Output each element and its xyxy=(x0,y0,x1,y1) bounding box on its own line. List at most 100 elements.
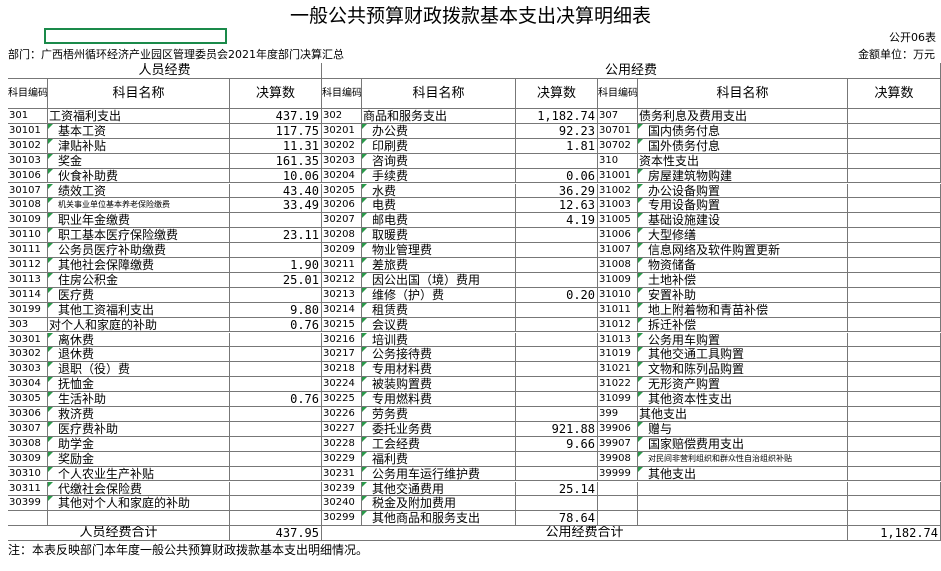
row-amount[interactable] xyxy=(848,153,941,169)
row-code[interactable]: 30211 xyxy=(322,258,362,273)
row-amount[interactable] xyxy=(848,123,941,139)
row-amount[interactable] xyxy=(230,451,322,467)
row-code[interactable]: 31008 xyxy=(598,258,638,273)
row-name[interactable]: 其他交通费用 xyxy=(362,481,516,497)
row-code[interactable]: 30305 xyxy=(8,392,48,407)
row-name[interactable]: 其他支出 xyxy=(638,407,848,422)
row-code[interactable]: 30218 xyxy=(322,362,362,378)
row-code[interactable]: 30103 xyxy=(8,153,48,169)
row-code[interactable]: 30113 xyxy=(8,272,48,288)
row-name[interactable]: 委托业务费 xyxy=(362,421,516,437)
row-code[interactable]: 39906 xyxy=(598,421,638,437)
row-code[interactable]: 30109 xyxy=(8,213,48,229)
row-name[interactable]: 税金及附加费用 xyxy=(362,496,516,512)
row-amount[interactable] xyxy=(848,451,941,467)
row-name[interactable]: 其他商品和服务支出 xyxy=(362,511,516,527)
row-name[interactable]: 物资储备 xyxy=(638,258,848,273)
row-amount[interactable] xyxy=(230,481,322,497)
row-name[interactable]: 大型修缮 xyxy=(638,228,848,244)
row-amount[interactable]: 1.90 xyxy=(230,258,322,273)
row-amount[interactable] xyxy=(516,466,598,482)
row-amount[interactable]: 12.63 xyxy=(516,198,598,214)
row-amount[interactable] xyxy=(230,421,322,437)
row-code[interactable]: 30302 xyxy=(8,347,48,363)
row-amount[interactable] xyxy=(848,287,941,303)
row-amount[interactable]: 25.01 xyxy=(230,272,322,288)
row-amount[interactable] xyxy=(516,243,598,258)
row-amount[interactable] xyxy=(848,302,941,318)
row-code[interactable]: 30399 xyxy=(8,496,48,512)
row-code[interactable] xyxy=(8,511,48,527)
row-name[interactable]: 国外债务付息 xyxy=(638,138,848,154)
row-amount[interactable] xyxy=(516,272,598,288)
row-name[interactable]: 救济费 xyxy=(48,407,230,422)
row-code[interactable]: 30701 xyxy=(598,123,638,139)
row-amount[interactable]: 4.19 xyxy=(516,213,598,229)
row-code[interactable]: 31005 xyxy=(598,213,638,229)
row-name[interactable]: 培训费 xyxy=(362,332,516,348)
row-name[interactable]: 办公设备购置 xyxy=(638,183,848,199)
row-code[interactable]: 30226 xyxy=(322,407,362,422)
row-name[interactable]: 公务接待费 xyxy=(362,347,516,363)
row-amount[interactable]: 1.81 xyxy=(516,138,598,154)
row-code[interactable]: 30217 xyxy=(322,347,362,363)
row-name[interactable]: 职业年金缴费 xyxy=(48,213,230,229)
row-name[interactable]: 无形资产购置 xyxy=(638,377,848,393)
row-amount[interactable] xyxy=(230,466,322,482)
spreadsheet-grid[interactable]: 人员经费 公用经费 科目编码 科目名称 决算数 科目编码 科目名称 决算数 科目编码 科目名称 决算… xyxy=(8,63,941,543)
row-code[interactable]: 30229 xyxy=(322,451,362,467)
row-amount[interactable] xyxy=(848,481,941,497)
row-amount[interactable]: 33.49 xyxy=(230,198,322,214)
row-amount[interactable] xyxy=(516,407,598,422)
row-name[interactable]: 文物和陈列品购置 xyxy=(638,362,848,378)
row-name[interactable]: 医疗费 xyxy=(48,287,230,303)
row-amount[interactable] xyxy=(848,213,941,229)
row-code[interactable]: 399 xyxy=(598,407,638,422)
row-amount[interactable]: 117.75 xyxy=(230,123,322,139)
row-amount[interactable] xyxy=(848,392,941,407)
row-name[interactable]: 会议费 xyxy=(362,317,516,333)
row-amount[interactable]: 1,182.74 xyxy=(516,109,598,124)
row-code[interactable]: 30112 xyxy=(8,258,48,273)
row-name[interactable]: 安置补助 xyxy=(638,287,848,303)
row-code[interactable]: 30231 xyxy=(322,466,362,482)
row-code[interactable]: 30301 xyxy=(8,332,48,348)
row-code[interactable]: 30308 xyxy=(8,436,48,452)
row-name[interactable]: 离休费 xyxy=(48,332,230,348)
row-amount[interactable]: 23.11 xyxy=(230,228,322,244)
row-amount[interactable] xyxy=(230,213,322,229)
row-amount[interactable] xyxy=(516,317,598,333)
row-name[interactable]: 电费 xyxy=(362,198,516,214)
row-name[interactable]: 专用材料费 xyxy=(362,362,516,378)
row-amount[interactable] xyxy=(848,466,941,482)
row-amount[interactable]: 921.88 xyxy=(516,421,598,437)
row-name[interactable]: 差旅费 xyxy=(362,258,516,273)
row-name[interactable]: 专用设备购置 xyxy=(638,198,848,214)
row-amount[interactable] xyxy=(516,258,598,273)
row-amount[interactable] xyxy=(848,109,941,124)
row-amount[interactable]: 0.76 xyxy=(230,392,322,407)
row-code[interactable]: 30201 xyxy=(322,123,362,139)
row-name[interactable]: 国内债务付息 xyxy=(638,123,848,139)
row-amount[interactable] xyxy=(230,511,322,527)
row-name[interactable]: 维修（护）费 xyxy=(362,287,516,303)
row-name[interactable]: 国家赔偿费用支出 xyxy=(638,436,848,452)
row-code[interactable]: 30114 xyxy=(8,287,48,303)
row-amount[interactable] xyxy=(848,317,941,333)
row-amount[interactable] xyxy=(848,421,941,437)
row-amount[interactable]: 25.14 xyxy=(516,481,598,497)
row-code[interactable]: 30702 xyxy=(598,138,638,154)
row-name[interactable]: 工会经费 xyxy=(362,436,516,452)
row-name[interactable]: 基本工资 xyxy=(48,123,230,139)
row-name[interactable]: 公务员医疗补助缴费 xyxy=(48,243,230,258)
row-code[interactable]: 30107 xyxy=(8,183,48,199)
row-amount[interactable] xyxy=(516,377,598,393)
row-name[interactable]: 赠与 xyxy=(638,421,848,437)
row-name[interactable]: 伙食补助费 xyxy=(48,168,230,184)
row-name[interactable]: 机关事业单位基本养老保险缴费 xyxy=(48,198,230,214)
row-code[interactable]: 30199 xyxy=(8,302,48,318)
row-code[interactable]: 30205 xyxy=(322,183,362,199)
row-amount[interactable]: 9.66 xyxy=(516,436,598,452)
row-code[interactable]: 31009 xyxy=(598,272,638,288)
row-code[interactable]: 30213 xyxy=(322,287,362,303)
